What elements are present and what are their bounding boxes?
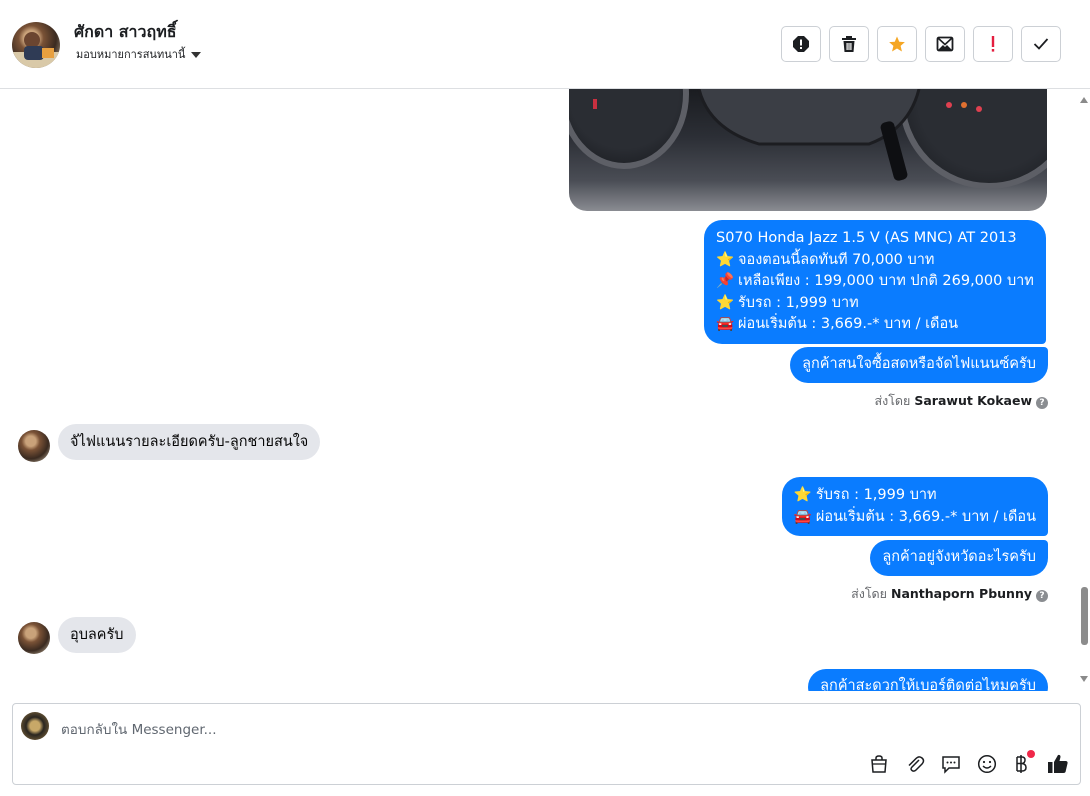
star-icon [889,36,905,52]
message-text: ลูกค้าสนใจซื้อสดหรือจัดไฟแนนซ์ครับ [802,356,1036,372]
help-icon[interactable]: ? [1036,590,1048,602]
mark-unread-icon [936,36,954,52]
contact-name[interactable]: ศักดา สาวฤทธิ์ [74,20,177,45]
saved-reply-icon[interactable] [939,752,963,776]
contact-avatar[interactable] [12,22,60,68]
star-emoji: ⭐ [716,294,735,311]
scroll-up-arrow-icon[interactable] [1080,97,1088,103]
page-avatar [21,712,49,740]
outgoing-message[interactable]: S070 Honda Jazz 1.5 V (AS MNC) AT 2013 ⭐… [704,220,1046,344]
important-button[interactable] [973,26,1013,62]
star-emoji: ⭐ [793,487,812,503]
message-text: ลูกค้าอยู่จังหวัดอะไรครับ [882,549,1036,565]
mark-unread-button[interactable] [925,26,965,62]
assign-conversation-dropdown[interactable]: มอบหมายการสนทนานี้ [76,45,202,63]
message-line: ⭐ รับรถ : 1,999 บาท [716,293,1034,315]
help-icon[interactable]: ? [1036,397,1048,409]
message-list[interactable]: S070 Honda Jazz 1.5 V (AS MNC) AT 2013 ⭐… [0,89,1078,691]
outgoing-message[interactable]: ลูกค้าสนใจซื้อสดหรือจัดไฟแนนซ์ครับ [790,347,1048,383]
scroll-down-arrow-icon[interactable] [1080,676,1088,682]
star-button[interactable] [877,26,917,62]
chat-scrollbar[interactable] [1078,89,1090,691]
reply-input[interactable]: ตอบกลับใน Messenger... [61,718,217,740]
attachment-icon[interactable] [903,752,927,776]
star-emoji: ⭐ [716,251,735,268]
caret-down-icon [191,52,202,58]
message-text: อุบลครับ [70,627,124,643]
incoming-message[interactable]: จัไฟแนนรายละเอียดครับ-ลูกชายสนใจ [58,424,321,460]
report-button[interactable] [781,26,821,62]
trash-icon [842,36,856,52]
message-line: 🚘 ผ่อนเริ่มต้น : 3,669.-* บาท / เดือน [716,314,1034,336]
car-emoji: 🚘 [793,508,812,525]
emoji-icon[interactable] [975,752,999,776]
message-line: 🚘 ผ่อนเริ่มต้น : 3,669.-* บาท / เดือน [794,507,1036,529]
agent-name[interactable]: Sarawut Kokaew [914,393,1032,408]
message-line: ⭐ รับรถ : 1,999 บาท [794,485,1036,507]
sent-by-label: ส่งโดย Sarawut Kokaew? [874,391,1048,411]
scrollbar-thumb[interactable] [1081,587,1088,645]
like-icon[interactable] [1046,752,1070,776]
agent-name[interactable]: Nanthaporn Pbunny [891,586,1032,601]
conversation-header: ศักดา สาวฤทธิ์ มอบหมายการสนทนานี้ [0,0,1090,89]
message-line: S070 Honda Jazz 1.5 V (AS MNC) AT 2013 [716,230,1017,246]
contact-avatar-small[interactable] [18,430,50,462]
contact-avatar-small[interactable] [18,622,50,654]
shop-bag-icon[interactable] [867,752,891,776]
pushpin-emoji: 📌 [716,273,735,289]
important-icon [991,36,995,52]
car-dashboard-photo[interactable] [569,89,1047,211]
car-emoji: 🚘 [716,316,735,332]
sent-by-label: ส่งโดย Nanthaporn Pbunny? [851,584,1048,604]
outgoing-message[interactable]: ⭐ รับรถ : 1,999 บาท 🚘 ผ่อนเริ่มต้น : 3,669… [781,477,1048,536]
outgoing-message[interactable]: ลูกค้าอยู่จังหวัดอะไรครับ [870,540,1048,576]
outgoing-message[interactable]: ลูกค้าสะดวกให้เบอร์ติดต่อไหมครับ [808,669,1048,691]
mark-done-button[interactable] [1021,26,1061,62]
report-icon [793,36,809,52]
notification-dot [1027,750,1035,758]
message-line: 📌 เหลือเพียง : 199,000 บาท ปกติ 269,000 บ… [716,271,1034,293]
check-icon [1033,38,1049,50]
delete-button[interactable] [829,26,869,62]
reply-composer[interactable]: ตอบกลับใน Messenger... [12,703,1081,785]
assign-label: มอบหมายการสนทนานี้ [76,48,186,61]
message-line: ⭐ จองตอนนี้ลดทันที 70,000 บาท [716,250,1034,272]
message-text: ลูกค้าสะดวกให้เบอร์ติดต่อไหมครับ [820,678,1036,691]
incoming-message[interactable]: อุบลครับ [58,617,136,653]
message-text: จัไฟแนนรายละเอียดครับ-ลูกชายสนใจ [70,434,309,450]
